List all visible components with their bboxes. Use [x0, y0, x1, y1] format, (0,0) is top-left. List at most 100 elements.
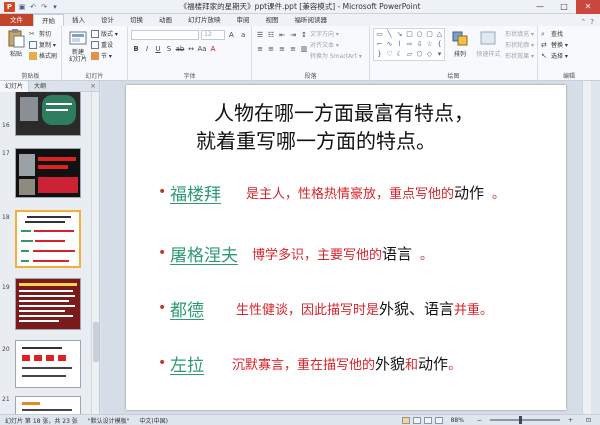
italic-icon[interactable]: I: [142, 44, 152, 54]
shape-triangle-icon[interactable]: △: [435, 30, 444, 39]
shape-more-icon[interactable]: ▾: [435, 50, 444, 59]
redo-icon[interactable]: ↷: [40, 3, 48, 11]
bullet-item[interactable]: • 左拉 沉默寡言，重在描写他的外貌和动作。: [158, 350, 461, 376]
layout-button[interactable]: 版式 ▾: [91, 28, 118, 39]
arrange-button[interactable]: 排列: [448, 28, 472, 61]
zoom-out-icon[interactable]: −: [472, 417, 487, 424]
shape-heart-icon[interactable]: ♡: [385, 50, 394, 59]
scroll-thumb[interactable]: [93, 322, 99, 362]
format-painter-button[interactable]: 格式刷: [29, 50, 57, 61]
theme-name[interactable]: "默认设计模板": [83, 416, 135, 425]
character-spacing-icon[interactable]: ↔: [186, 44, 196, 54]
tab-foxit-reader[interactable]: 福昕阅读器: [287, 14, 336, 26]
zoom-level[interactable]: 88%: [446, 417, 469, 424]
shape-line-icon[interactable]: ╲: [385, 30, 394, 39]
tab-design[interactable]: 设计: [93, 14, 122, 26]
underline-icon[interactable]: U: [153, 44, 163, 54]
bold-icon[interactable]: B: [131, 44, 141, 54]
reset-button[interactable]: 重设: [91, 39, 118, 50]
shape-oval-icon[interactable]: ○: [415, 30, 424, 39]
shape-freeform-icon[interactable]: ⌇: [395, 40, 404, 49]
decrease-indent-icon[interactable]: ⇤: [277, 30, 287, 40]
new-slide-button[interactable]: 新建 幻灯片: [65, 28, 91, 63]
shrink-font-icon[interactable]: a: [238, 30, 248, 40]
shape-elbow-icon[interactable]: ⌐: [375, 40, 384, 49]
save-icon[interactable]: ▣: [18, 3, 26, 11]
font-size-combo[interactable]: 12: [201, 30, 225, 40]
shape-bracket-icon[interactable]: }: [375, 50, 384, 59]
shadow-icon[interactable]: S: [164, 44, 174, 54]
shape-callout-icon[interactable]: ▱: [405, 50, 414, 59]
fit-to-window-icon[interactable]: ⊡: [581, 417, 596, 424]
select-button[interactable]: ↖ 选择 ▾: [541, 50, 597, 61]
close-button[interactable]: ✕: [576, 0, 600, 14]
tab-home[interactable]: 开始: [33, 14, 64, 26]
shape-fill-button[interactable]: 形状填充 ▾: [505, 28, 534, 39]
normal-view-icon[interactable]: [401, 416, 410, 424]
shape-textbox-icon[interactable]: ▭: [375, 30, 384, 39]
shape-rect-icon[interactable]: □: [405, 30, 414, 39]
copy-button[interactable]: 复制 ▾: [29, 39, 57, 50]
tab-animations[interactable]: 动画: [151, 14, 180, 26]
slide-vertical-scrollbar[interactable]: [582, 81, 591, 414]
shape-curve-icon[interactable]: ∿: [385, 40, 394, 49]
reading-view-icon[interactable]: [423, 416, 432, 424]
shape-down-arrow-icon[interactable]: ⇩: [415, 40, 424, 49]
section-button[interactable]: 节 ▾: [91, 50, 118, 61]
undo-icon[interactable]: ↶: [29, 3, 37, 11]
shape-rounded-rect-icon[interactable]: ▢: [425, 30, 434, 39]
maximize-button[interactable]: □: [552, 0, 576, 14]
bullets-icon[interactable]: ☰: [255, 30, 265, 40]
shapes-gallery[interactable]: ▭ ╲ ↘ □ ○ ▢ △ ⌐ ∿ ⌇ ⇨ ⇩ ☆{ } ♡ ☾ ▱ ⬡ ◇ ▾: [373, 28, 445, 61]
numbering-icon[interactable]: ☷: [266, 30, 276, 40]
shape-right-arrow-icon[interactable]: ⇨: [405, 40, 414, 49]
tab-review[interactable]: 审阅: [229, 14, 258, 26]
increase-indent-icon[interactable]: ⇥: [288, 30, 298, 40]
change-case-icon[interactable]: Aa: [197, 44, 207, 54]
zoom-slider[interactable]: [489, 416, 560, 424]
shape-star-icon[interactable]: ☆: [425, 40, 434, 49]
tab-slideshow[interactable]: 幻灯片放映: [180, 14, 229, 26]
slideshow-view-icon[interactable]: [434, 416, 443, 424]
strikethrough-icon[interactable]: ab: [175, 44, 185, 54]
slide-thumbnail[interactable]: [15, 278, 81, 330]
tab-outline[interactable]: 大纲: [29, 81, 51, 92]
paste-button[interactable]: 粘贴: [3, 28, 29, 61]
minimize-button[interactable]: —: [528, 0, 552, 14]
justify-icon[interactable]: ≡: [288, 44, 298, 54]
powerpoint-logo-icon[interactable]: P: [4, 1, 15, 12]
font-name-combo[interactable]: [131, 30, 200, 40]
customize-qat-icon[interactable]: ▾: [51, 3, 59, 11]
shape-brace-icon[interactable]: {: [435, 40, 444, 49]
slide-thumbnail[interactable]: [15, 396, 81, 414]
quick-styles-button[interactable]: 快速样式: [475, 28, 502, 61]
grow-font-icon[interactable]: A: [227, 30, 237, 40]
thumbnail-scrollbar[interactable]: [91, 92, 99, 414]
tab-insert[interactable]: 插入: [64, 14, 93, 26]
replace-button[interactable]: ⇄ 替换 ▾: [541, 39, 597, 50]
tab-transitions[interactable]: 切换: [122, 14, 151, 26]
zoom-in-icon[interactable]: +: [563, 417, 578, 424]
tab-file[interactable]: 文件: [0, 14, 33, 26]
slide-thumbnail[interactable]: [15, 92, 81, 136]
bullet-item[interactable]: • 屠格涅夫 博学多识，主要写他的语言。: [158, 240, 433, 266]
slide-thumbnail-active[interactable]: [15, 210, 81, 268]
language-indicator[interactable]: 中文(中国): [134, 416, 173, 425]
shape-arrow-icon[interactable]: ↘: [395, 30, 404, 39]
find-button[interactable]: ⌕ 查找: [541, 28, 597, 39]
columns-icon[interactable]: ▥: [299, 44, 309, 54]
shape-outline-button[interactable]: 形状轮廓 ▾: [505, 39, 534, 50]
convert-smartart-button[interactable]: 转换为 SmartArt ▾: [310, 50, 362, 61]
tab-slides[interactable]: 幻灯片: [0, 80, 30, 92]
align-center-icon[interactable]: ≡: [266, 44, 276, 54]
tab-view[interactable]: 视图: [258, 14, 287, 26]
text-direction-button[interactable]: 文字方向 ▾: [310, 28, 362, 39]
slide-thumbnail[interactable]: [15, 148, 81, 198]
slide-title[interactable]: 人物在哪一方面最富有特点， 就着重写哪一方面的特点。: [196, 99, 526, 155]
shape-diamond-icon[interactable]: ◇: [425, 50, 434, 59]
font-color-icon[interactable]: A: [208, 44, 218, 54]
slide[interactable]: 人物在哪一方面最富有特点， 就着重写哪一方面的特点。 • 福楼拜 是主人，性格热…: [126, 85, 566, 410]
slide-thumbnail[interactable]: [15, 340, 81, 388]
shape-hexagon-icon[interactable]: ⬡: [415, 50, 424, 59]
shape-moon-icon[interactable]: ☾: [395, 50, 404, 59]
